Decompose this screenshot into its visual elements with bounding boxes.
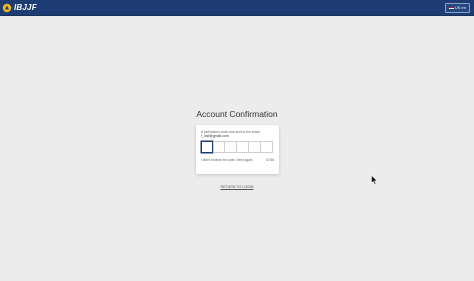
ibjjf-logo-icon <box>2 3 12 13</box>
return-to-login-link[interactable]: RETURN TO LOGIN <box>0 185 474 190</box>
page-title: Account Confirmation <box>196 109 278 119</box>
language-label: US en <box>454 5 466 10</box>
code-digit-input-6[interactable] <box>261 141 273 153</box>
top-navigation-bar: IBJJF US en <box>0 0 474 16</box>
code-digit-input-3[interactable] <box>225 141 237 153</box>
code-digit-input-2[interactable] <box>213 141 225 153</box>
code-digit-input-5[interactable] <box>249 141 261 153</box>
return-to-login-label: RETURN TO LOGIN <box>220 185 254 189</box>
verification-code-inputs <box>201 141 274 153</box>
verification-email: f_lvsf@gmail.com <box>201 134 229 138</box>
resend-timer: 02:56 <box>266 158 274 162</box>
language-selector-button[interactable]: US en <box>444 3 470 13</box>
resend-row: I didn't receive the code. Send again. 0… <box>201 158 274 162</box>
code-digit-input-1[interactable] <box>201 141 213 153</box>
logo-text: IBJJF <box>14 3 37 12</box>
us-flag-icon <box>448 6 454 10</box>
ibjjf-logo[interactable]: IBJJF <box>2 2 37 14</box>
code-digit-input-4[interactable] <box>237 141 249 153</box>
mouse-pointer-icon <box>371 175 378 185</box>
resend-code-link[interactable]: I didn't receive the code. Send again. <box>201 158 253 162</box>
verification-card: A verification code was sent to the emai… <box>196 125 279 174</box>
